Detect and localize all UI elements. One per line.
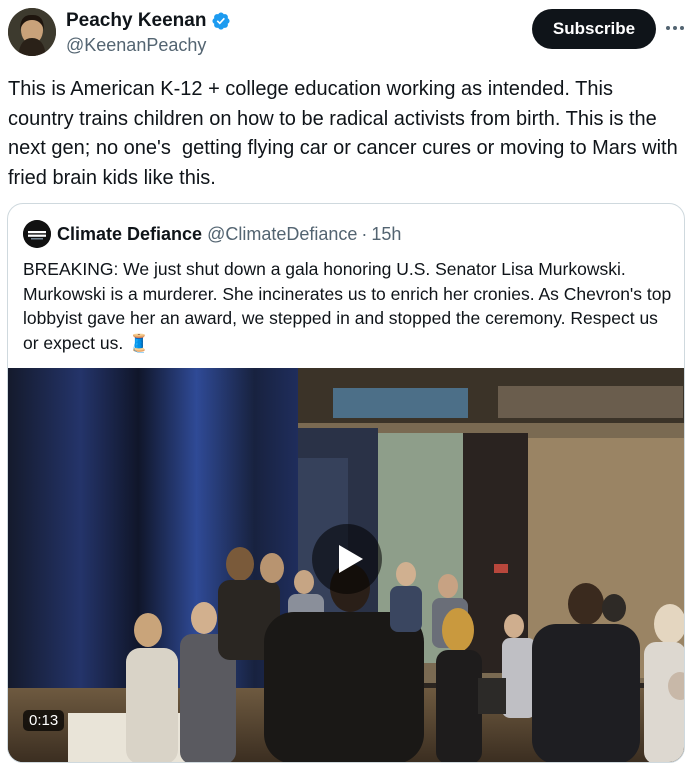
subscribe-button[interactable]: Subscribe [532,9,656,49]
tweet-text: This is American K-12 + college educatio… [8,78,684,189]
quoted-author-avatar[interactable] [23,220,51,248]
author-info: Peachy Keenan @KeenanPeachy [66,10,231,56]
author-avatar[interactable] [8,8,56,56]
author-handle[interactable]: @KeenanPeachy [66,35,231,56]
video-player[interactable]: 0:13 [8,368,684,762]
play-button[interactable] [312,524,382,594]
separator-dot: · [361,223,368,244]
play-icon [339,545,363,573]
avatar-image [8,8,56,56]
author-name[interactable]: Peachy Keenan [66,10,206,32]
quoted-tweet-header: Climate Defiance @ClimateDefiance · 15h [23,220,401,248]
quoted-avatar-image [23,220,51,248]
quoted-timestamp[interactable]: 15h [371,224,401,245]
verified-badge-icon [212,12,231,30]
quoted-tweet-text: BREAKING: We just shut down a gala honor… [23,259,672,353]
more-icon[interactable] [664,18,686,38]
quoted-author-handle[interactable]: @ClimateDefiance [207,224,357,245]
video-duration: 0:13 [23,710,65,731]
quoted-tweet[interactable]: Climate Defiance @ClimateDefiance · 15h … [7,203,685,763]
quoted-author-name[interactable]: Climate Defiance [57,224,202,245]
